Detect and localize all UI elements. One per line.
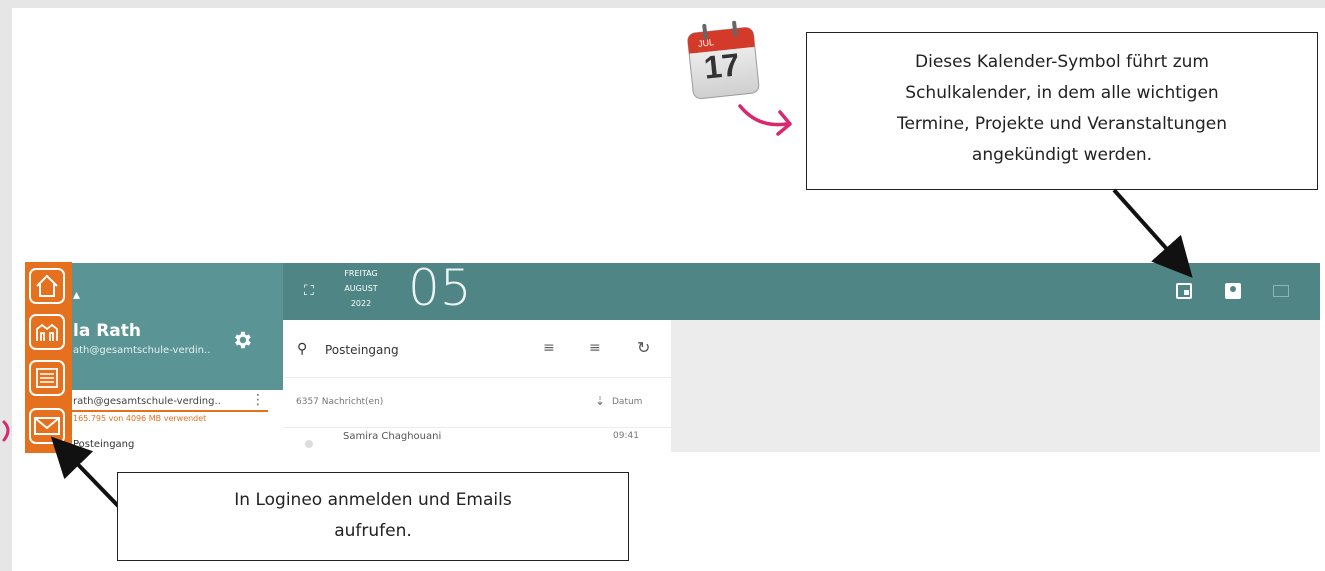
profile-email: ath@gesamtschule-verdin..: [73, 345, 211, 356]
profile-avatar-icon: ▴: [73, 287, 81, 303]
account-more-icon[interactable]: ⋮: [251, 392, 265, 408]
callout-calendar-line2: Schulkalender, in dem alle wichtigen: [905, 83, 1219, 103]
pink-arrow-top: [738, 104, 792, 136]
school-icon: [36, 323, 58, 341]
list-divider-1: [283, 377, 671, 378]
school-button[interactable]: [29, 314, 65, 350]
calendar-badge-icon: JUL 17: [684, 14, 764, 106]
profile-name: la Rath: [73, 321, 142, 341]
pink-arrow-left: [2, 420, 10, 442]
logineo-mail-app: la Rath ath@gesamtschule-verdin.. ▴ rath…: [25, 263, 1320, 452]
contacts-button[interactable]: [1225, 283, 1241, 299]
date-day: 05: [408, 263, 472, 317]
search-icon[interactable]: ⚲: [297, 341, 307, 357]
refresh-icon[interactable]: ↻: [637, 338, 650, 357]
callout-logineo-line2: aufrufen.: [334, 521, 412, 541]
sort-direction-icon[interactable]: ⇣: [595, 394, 605, 408]
mail-button[interactable]: [1273, 285, 1289, 297]
home-icon: [36, 274, 58, 297]
callout-calendar-line1: Dieses Kalender-Symbol führt zum: [915, 52, 1209, 72]
date-month: AUGUST: [344, 284, 378, 293]
message-count: 6357 Nachricht(en): [296, 397, 384, 407]
callout-calendar-line4: angekündigt werden.: [971, 145, 1153, 165]
date-year: 2022: [350, 299, 372, 308]
callout-calendar: Dieses Kalender-Symbol führt zum Schulka…: [806, 32, 1318, 190]
date-weekday: FREITAG: [344, 269, 378, 278]
reading-pane: [671, 320, 1320, 452]
message-time: 09:41: [613, 431, 639, 441]
calendar-icon: [1184, 290, 1189, 295]
news-button[interactable]: [29, 360, 65, 396]
message-sender: Samira Chaghouani: [343, 431, 442, 442]
avatar: [305, 440, 313, 448]
contacts-icon: [1230, 286, 1236, 292]
quota-text: 165.795 von 4096 MB verwendet: [73, 414, 207, 423]
arrow-to-calendar: [1112, 188, 1193, 278]
callout-calendar-line3: Termine, Projekte und Veranstaltungen: [896, 114, 1228, 134]
account-address: rath@gesamtschule-verding..: [73, 396, 221, 407]
newspaper-icon: [36, 368, 58, 388]
message-list-pane: ⚲ Posteingang ≡ ≡ ↻ 6357 Nachricht(en) ⇣…: [283, 320, 671, 452]
launcher-rail: [25, 262, 72, 453]
search-input[interactable]: Posteingang: [325, 343, 399, 357]
calendar-badge-month: JUL: [697, 37, 715, 49]
filter-icon[interactable]: ≡: [543, 340, 555, 356]
calendar-badge-day: 17: [702, 46, 742, 86]
settings-gear-icon[interactable]: [231, 329, 253, 351]
callout-logineo-line1: In Logineo anmelden und Emails: [234, 490, 512, 510]
message-row[interactable]: Samira Chaghouani 09:41: [283, 428, 671, 452]
fullscreen-icon[interactable]: ⛶: [304, 283, 314, 299]
sort-icon[interactable]: ≡: [589, 340, 601, 356]
sort-field-label[interactable]: Datum: [612, 397, 642, 407]
callout-logineo: In Logineo anmelden und Emails aufrufen.: [117, 472, 629, 561]
home-button[interactable]: [29, 268, 65, 304]
